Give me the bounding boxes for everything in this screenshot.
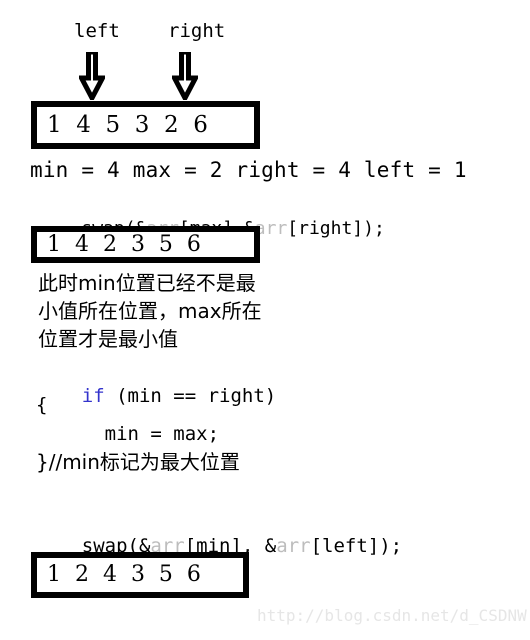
array-values: 1 2 4 3 5 6: [47, 562, 201, 587]
diagram-canvas: left right 1 4 5 3 2 6 min = 4 max = 2 r…: [0, 0, 530, 640]
array-identifier: arr: [276, 535, 311, 557]
pointer-label-left: left: [74, 20, 120, 42]
pointer-label-right: right: [168, 20, 226, 42]
state-variables-line: min = 4 max = 2 right = 4 left = 1: [30, 158, 467, 182]
arrow-down-icon: [77, 49, 107, 104]
note-line-1: 此时min位置已经不是最: [38, 271, 256, 295]
code-line-open-brace: {: [36, 394, 48, 416]
array-values: 1 4 2 3 5 6: [47, 231, 201, 257]
code-line-close-brace-comment: }//min标记为最大位置: [36, 450, 240, 474]
array-box-before-swap: 1 4 5 3 2 6: [31, 101, 260, 149]
keyword-if: if: [81, 385, 105, 407]
array-box-after-max-swap: 1 4 2 3 5 6: [31, 226, 260, 263]
code-line-if: if (min == right): [36, 368, 276, 425]
array-values: 1 4 5 3 2 6: [47, 111, 208, 138]
note-line-2: 小值所在位置，max所在: [38, 299, 262, 323]
swap-call-suffix: [left]);: [310, 535, 403, 557]
code-line-assignment: min = max;: [36, 423, 220, 445]
if-condition: (min == right): [104, 385, 277, 407]
arrow-down-icon: [170, 49, 200, 104]
swap-call-suffix: [right]);: [287, 218, 385, 239]
watermark: http://blog.csdn.net/d_CSDNW: [257, 606, 527, 625]
array-box-after-min-swap: 1 2 4 3 5 6: [31, 552, 249, 598]
note-line-3: 位置才是最小值: [38, 327, 178, 351]
